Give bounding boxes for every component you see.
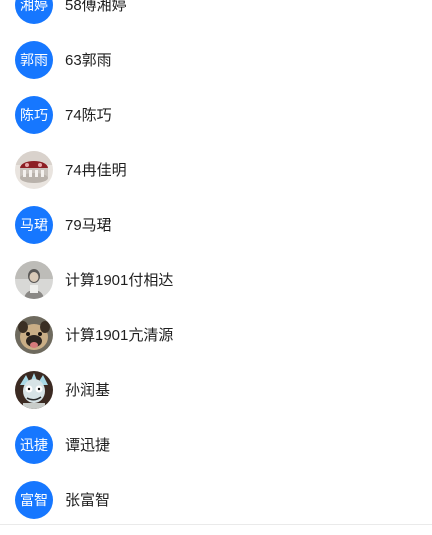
- contact-name: 孙润基: [65, 382, 111, 399]
- contact-row[interactable]: 陈巧 74陈巧: [0, 87, 432, 142]
- avatar-text: 郭雨: [20, 51, 48, 68]
- avatar-text: 陈巧: [20, 106, 48, 123]
- contact-name: 74陈巧: [65, 107, 112, 124]
- contact-name: 58傅湘婷: [65, 0, 127, 14]
- contact-name: 63郭雨: [65, 52, 112, 69]
- contact-row[interactable]: 74冉佳明: [0, 142, 432, 197]
- contact-row[interactable]: 计算1901亢清源: [0, 307, 432, 362]
- list-divider: [0, 524, 432, 525]
- contact-row[interactable]: 马珺 79马珺: [0, 197, 432, 252]
- contact-avatar: 马珺: [15, 205, 53, 244]
- avatar-text: 富智: [20, 491, 48, 508]
- avatar-text: 迅捷: [20, 436, 48, 453]
- contact-row[interactable]: 孙润基: [0, 362, 432, 417]
- cartoon-character-icon: [15, 370, 53, 409]
- contact-avatar: 富智: [15, 480, 53, 519]
- contact-avatar: 湘婷: [15, 0, 53, 24]
- contact-avatar: 迅捷: [15, 425, 53, 464]
- contact-row[interactable]: 郭雨 63郭雨: [0, 32, 432, 87]
- contact-list: 湘婷 58傅湘婷 郭雨 63郭雨 陈巧 74陈巧 74冉佳明 马珺 79马珺 计…: [0, 0, 432, 527]
- contact-name: 张富智: [65, 492, 111, 509]
- contact-name: 74冉佳明: [65, 162, 127, 179]
- contact-avatar: 郭雨: [15, 40, 53, 79]
- avatar-text: 马珺: [20, 216, 48, 233]
- avatar-text: 湘婷: [20, 0, 48, 13]
- contact-name: 计算1901付相达: [65, 272, 174, 289]
- person-photo-icon: [15, 260, 53, 299]
- contact-row[interactable]: 湘婷 58傅湘婷: [0, 0, 432, 32]
- contact-row[interactable]: 计算1901付相达: [0, 252, 432, 307]
- contact-name: 79马珺: [65, 217, 112, 234]
- contact-name: 谭迅捷: [65, 437, 111, 454]
- contact-avatar: 陈巧: [15, 95, 53, 134]
- contact-row[interactable]: 迅捷 谭迅捷: [0, 417, 432, 472]
- dog-photo-icon: [15, 315, 53, 354]
- contact-row[interactable]: 富智 张富智: [0, 472, 432, 527]
- cake-photo-icon: [15, 150, 53, 189]
- contact-name: 计算1901亢清源: [65, 327, 174, 344]
